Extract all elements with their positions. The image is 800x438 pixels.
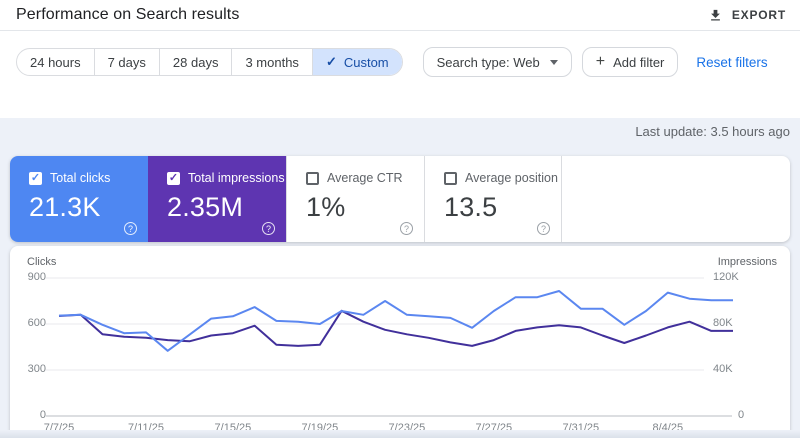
range-28-days-button[interactable]: 28 days [160, 49, 233, 75]
export-label: EXPORT [731, 8, 786, 22]
download-icon [710, 9, 720, 20]
y-axis-tick-label: 80K [713, 317, 733, 329]
check-icon: ✓ [168, 171, 179, 184]
metric-card-total-impressions[interactable]: ✓ Total impressions 2.35M ? [148, 156, 286, 242]
check-icon: ✓ [325, 54, 337, 69]
metric-label: Total impressions [188, 171, 285, 185]
y-axis-tick-label: 0 [39, 409, 46, 421]
reset-filters-link[interactable]: Reset filters [696, 55, 767, 70]
page-header: Performance on Search results EXPORT [0, 0, 800, 31]
clicks-line[interactable] [58, 290, 733, 352]
metric-label: Average CTR [327, 171, 403, 185]
y-axis-tick-label: 120K [713, 271, 739, 283]
metric-value: 21.3K [29, 192, 101, 222]
range-7-days-button[interactable]: 7 days [95, 49, 160, 75]
metric-value: 2.35M [167, 192, 244, 222]
y-axis-tick-label: 900 [27, 271, 46, 283]
performance-chart[interactable]: Clicks Impressions 900 600 300 0 120K 80K 40K 0… [10, 246, 790, 438]
range-24-hours-button[interactable]: 24 hours [17, 49, 95, 75]
range-custom-button[interactable]: ✓ Custom [312, 49, 402, 75]
range-custom-label: Custom [343, 54, 389, 70]
average-ctr-checkbox[interactable] [306, 171, 319, 185]
filter-bar: 24 hours 7 days 28 days 3 months ✓ Custo… [16, 47, 784, 77]
search-console-performance-page: Performance on Search results EXPORT 24 … [0, 0, 800, 438]
help-icon[interactable]: ? [262, 222, 275, 235]
search-type-dropdown[interactable]: Search type: Web [422, 47, 572, 77]
average-position-checkbox[interactable] [444, 171, 457, 185]
help-icon[interactable]: ? [537, 222, 550, 235]
help-icon[interactable]: ? [400, 222, 413, 235]
help-icon[interactable]: ? [124, 222, 137, 235]
metric-value: 13.5 [444, 192, 498, 222]
add-filter-label: Add filter [613, 54, 665, 70]
metric-card-total-clicks[interactable]: ✓ Total clicks 21.3K ? [10, 156, 148, 242]
metrics-panel: ✓ Total clicks 21.3K ? ✓ Total impressio… [10, 156, 790, 242]
range-3-months-button[interactable]: 3 months [232, 49, 313, 75]
total-impressions-checkbox[interactable]: ✓ [167, 171, 180, 185]
page-bottom-edge [0, 430, 800, 438]
metric-label: Total clicks [50, 171, 111, 185]
y-axis-tick-label: 600 [27, 317, 46, 329]
metric-card-average-position[interactable]: Average position 13.5 ? [424, 156, 562, 242]
y-axis-tick-label: 40K [713, 363, 733, 375]
chart-plot[interactable] [10, 246, 790, 438]
y-axis-tick-label: 300 [27, 363, 46, 375]
page-title: Performance on Search results [16, 6, 240, 23]
date-range-selector: 24 hours 7 days 28 days 3 months ✓ Custo… [16, 48, 403, 76]
search-type-label: Search type: Web [436, 54, 540, 70]
metric-card-average-ctr[interactable]: Average CTR 1% ? [286, 156, 424, 242]
y-axis-tick-label: 0 [738, 409, 745, 421]
total-clicks-checkbox[interactable]: ✓ [29, 171, 42, 185]
content-area: 24 hours 7 days 28 days 3 months ✓ Custo… [0, 31, 800, 438]
metric-value: 1% [306, 192, 346, 222]
chevron-down-icon [549, 59, 558, 65]
export-button[interactable]: EXPORT [708, 8, 786, 23]
plus-icon: + [595, 53, 606, 70]
last-update-text: Last update: 3.5 hours ago [635, 124, 790, 139]
impressions-line[interactable] [58, 309, 733, 347]
check-icon: ✓ [30, 171, 41, 184]
add-filter-button[interactable]: + Add filter [581, 47, 679, 77]
metric-label: Average position [465, 171, 558, 185]
